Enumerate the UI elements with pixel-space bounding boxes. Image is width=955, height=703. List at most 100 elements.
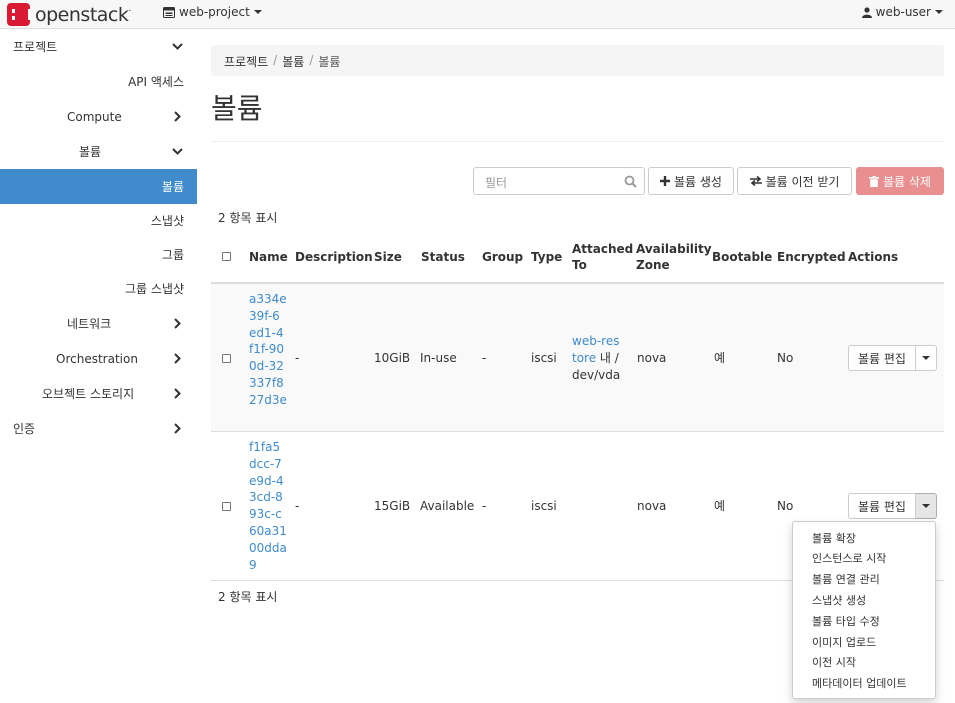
volume-encrypted: No: [777, 351, 794, 365]
column-header-size[interactable]: Size: [374, 249, 402, 265]
sidebar-item-volumes[interactable]: 볼륨: [0, 169, 197, 204]
filter-input[interactable]: 필터: [473, 167, 645, 195]
actions-dropdown-toggle[interactable]: [916, 345, 937, 371]
volume-group: -: [482, 351, 487, 365]
sidebar-item-label: 인증: [13, 422, 36, 436]
project-name: web-project: [179, 5, 250, 19]
select-all-checkbox[interactable]: [222, 252, 231, 261]
column-header-availability-zone[interactable]: Availability Zone: [636, 241, 712, 273]
sidebar-item-identity[interactable]: 인증: [0, 411, 197, 446]
breadcrumb-item-current: 볼륨: [318, 55, 341, 69]
column-header-actions: Actions: [848, 250, 899, 264]
column-header-group[interactable]: Group: [482, 249, 523, 265]
sidebar-item-project[interactable]: 프로젝트: [0, 29, 197, 64]
search-icon[interactable]: [624, 175, 637, 188]
volume-description: -: [295, 499, 300, 513]
menu-item-launch-as-instance[interactable]: 인스턴스로 시작: [812, 550, 886, 566]
row-checkbox[interactable]: [222, 354, 231, 363]
delete-volumes-label: 볼륨 삭제: [883, 174, 931, 189]
delete-volumes-button[interactable]: 볼륨 삭제: [856, 167, 944, 195]
menu-item-create-transfer[interactable]: 이전 시작: [812, 654, 856, 670]
caret-down-icon: [922, 504, 930, 508]
sidebar-item-label: 그룹: [161, 248, 184, 262]
breadcrumb-item-volume-group[interactable]: 볼륨: [282, 53, 304, 69]
user-menu[interactable]: web-user: [861, 5, 943, 19]
create-volume-button[interactable]: 볼륨 생성: [648, 167, 734, 195]
sidebar-item-label: 그룹 스냅샷: [124, 282, 184, 296]
sidebar-item-api-access[interactable]: API 액세스: [0, 64, 197, 99]
volume-attached-to: web-restore 내 /dev/vda: [572, 333, 624, 383]
sidebar-item-volume-group[interactable]: 볼륨: [0, 134, 197, 169]
trash-icon: [869, 175, 879, 187]
volume-size: 15GiB: [374, 499, 411, 513]
sidebar-item-label: API 액세스: [128, 75, 184, 89]
menu-item-manage-attachments[interactable]: 볼륨 연결 관리: [812, 571, 880, 587]
actions-dropdown-toggle[interactable]: [916, 493, 937, 519]
breadcrumb-item-project[interactable]: 프로젝트: [224, 53, 268, 69]
volume-status: In-use: [420, 351, 457, 365]
chevron-down-icon: [172, 43, 183, 50]
menu-item-create-snapshot[interactable]: 스냅샷 생성: [812, 592, 866, 608]
sidebar-item-label: 스냅샷: [150, 214, 184, 228]
menu-item-change-volume-type[interactable]: 볼륨 타입 수정: [812, 613, 880, 629]
sidebar: 프로젝트 API 액세스 Compute 볼륨 볼륨 스냅샷 그룹 그룹 스냅샷…: [0, 29, 197, 703]
project-switcher[interactable]: web-project: [163, 5, 262, 19]
volume-availability-zone: nova: [637, 351, 667, 365]
column-header-bootable[interactable]: Bootable: [712, 249, 772, 265]
edit-volume-button[interactable]: 볼륨 편집: [848, 493, 916, 519]
breadcrumb: 프로젝트 / 볼륨 / 볼륨: [211, 45, 944, 76]
page-title: 볼륨: [211, 92, 263, 125]
caret-down-icon: [253, 10, 262, 14]
sidebar-item-label: 볼륨: [161, 180, 184, 194]
volume-size: 10GiB: [374, 351, 411, 365]
breadcrumb-separator: /: [309, 53, 314, 67]
transfer-icon: [749, 176, 762, 186]
sidebar-item-orchestration[interactable]: Orchestration: [0, 341, 197, 376]
brand-name: openstack.: [35, 3, 131, 26]
accept-transfer-button[interactable]: 볼륨 이전 받기: [737, 167, 852, 195]
chevron-right-icon: [174, 353, 181, 364]
sidebar-item-groups[interactable]: 그룹: [0, 237, 197, 272]
top-navbar: openstack. web-project web-user: [0, 0, 955, 29]
table-row: a334e39f-6ed1-4f1f-900d-32337f827d3e - 1…: [211, 284, 944, 431]
sidebar-item-compute[interactable]: Compute: [0, 99, 197, 134]
edit-volume-button[interactable]: 볼륨 편집: [848, 345, 916, 371]
breadcrumb-separator: /: [273, 53, 278, 67]
volume-encrypted: No: [777, 499, 794, 513]
brand-logo[interactable]: openstack.: [7, 2, 131, 27]
sidebar-item-group-snapshots[interactable]: 그룹 스냅샷: [0, 271, 197, 306]
sidebar-item-label: 볼륨: [79, 145, 102, 159]
column-header-encrypted[interactable]: Encrypted: [777, 249, 846, 265]
item-count-top: 2 항목 표시: [218, 211, 278, 225]
column-header-type[interactable]: Type: [531, 249, 562, 265]
sidebar-item-label: 네트워크: [67, 317, 112, 331]
menu-item-upload-to-image[interactable]: 이미지 업로드: [812, 634, 876, 650]
accept-transfer-label: 볼륨 이전 받기: [765, 174, 840, 189]
volume-name-link[interactable]: a334e39f-6ed1-4f1f-900d-32337f827d3e: [249, 291, 287, 409]
chevron-right-icon: [174, 423, 181, 434]
sidebar-item-network[interactable]: 네트워크: [0, 306, 197, 341]
user-name: web-user: [875, 5, 931, 19]
column-header-status[interactable]: Status: [421, 249, 465, 265]
volume-name-link[interactable]: f1fa5dcc-7e9d-43cd-893c-c60a3100dda9: [249, 439, 287, 573]
volume-status: Available: [420, 499, 475, 513]
column-header-description[interactable]: Description: [295, 249, 373, 265]
column-header-attached-to[interactable]: Attached To: [572, 241, 633, 273]
sidebar-item-label: 프로젝트: [13, 40, 58, 54]
column-header-name[interactable]: Name: [249, 249, 288, 265]
plus-icon: [660, 176, 670, 186]
sidebar-item-snapshots[interactable]: 스냅샷: [0, 203, 197, 238]
volume-availability-zone: nova: [637, 499, 667, 513]
project-icon: [163, 6, 175, 18]
chevron-right-icon: [174, 111, 181, 122]
volume-type: iscsi: [531, 499, 557, 513]
sidebar-item-object-storage[interactable]: 오브젝트 스토리지: [0, 376, 197, 411]
sidebar-item-label: 오브젝트 스토리지: [42, 387, 135, 401]
volume-group: -: [482, 499, 487, 513]
row-checkbox[interactable]: [222, 502, 231, 511]
caret-down-icon: [935, 10, 943, 14]
menu-item-update-metadata[interactable]: 메타데이터 업데이트: [812, 675, 907, 691]
menu-item-extend-volume[interactable]: 볼륨 확장: [812, 530, 856, 546]
actions-dropdown-menu: 볼륨 확장 인스턴스로 시작 볼륨 연결 관리 스냅샷 생성 볼륨 타입 수정 …: [792, 521, 936, 699]
volume-bootable: 예: [714, 351, 726, 365]
